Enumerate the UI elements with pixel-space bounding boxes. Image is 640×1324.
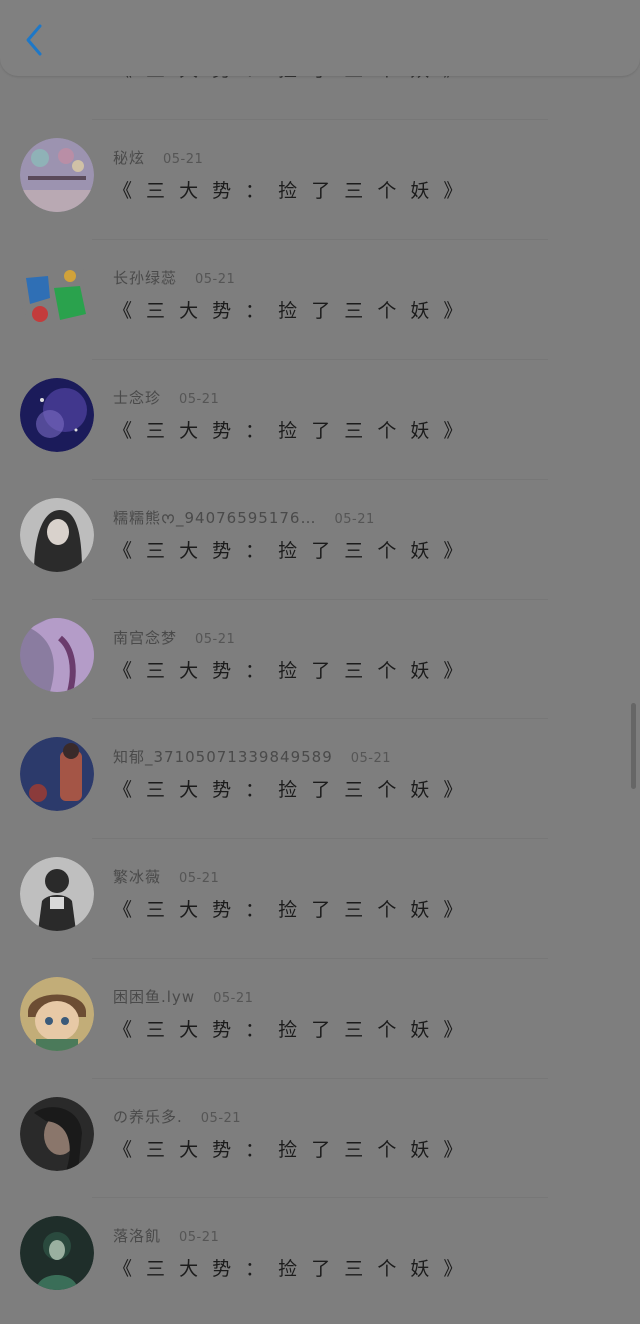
comment-title: 《 三 大 势 ： 捡 了 三 个 妖 》 [113, 1019, 467, 1041]
list-item[interactable]: 落洛飢 05-21 《 三 大 势 ： 捡 了 三 个 妖 》 [0, 1197, 640, 1319]
comment-date: 05-21 [334, 512, 375, 527]
comment-meta: 繁冰薇 05-21 [113, 866, 219, 886]
username[interactable]: 知郁_37105071339849589 [113, 746, 333, 767]
divider [92, 599, 548, 600]
list-item[interactable]: 糯糯熊ᰔ_94076595176… 05-21 《 三 大 势 ： 捡 了 三 … [0, 479, 640, 601]
avatar[interactable] [20, 737, 94, 811]
avatar[interactable] [20, 1097, 94, 1171]
list-item[interactable]: 困困鱼.lyw 05-21 《 三 大 势 ： 捡 了 三 个 妖 》 [0, 958, 640, 1080]
comment-meta: 长孙绿蕊 05-21 [113, 267, 235, 287]
comment-title: 《 三 大 势 ： 捡 了 三 个 妖 》 [113, 540, 467, 562]
comment-meta: 困困鱼.lyw 05-21 [113, 986, 253, 1006]
comment-meta: 糯糯熊ᰔ_94076595176… 05-21 [113, 507, 375, 527]
comment-date: 05-21 [213, 991, 254, 1006]
divider [92, 718, 548, 719]
username[interactable]: 士念珍 [113, 387, 161, 408]
divider [92, 359, 548, 360]
avatar[interactable] [20, 258, 94, 332]
back-button[interactable] [16, 22, 52, 58]
divider [92, 958, 548, 959]
avatar[interactable] [20, 378, 94, 452]
comment-date: 05-21 [179, 392, 220, 407]
list-item[interactable]: 繁冰薇 05-21 《 三 大 势 ： 捡 了 三 个 妖 》 [0, 838, 640, 960]
divider [92, 838, 548, 839]
avatar[interactable] [20, 1216, 94, 1290]
comment-meta: の养乐多. 05-21 [113, 1106, 241, 1126]
comment-meta: 落洛飢 05-21 [113, 1225, 219, 1245]
comment-title: 《 三 大 势 ： 捡 了 三 个 妖 》 [113, 300, 467, 322]
comment-meta: 秘炫 05-21 [113, 147, 203, 167]
comment-date: 05-21 [179, 1230, 220, 1245]
username[interactable]: 秘炫 [113, 147, 145, 168]
username[interactable]: 南宫念梦 [113, 627, 177, 648]
chevron-left-icon [26, 24, 42, 56]
divider [92, 1078, 548, 1079]
top-navigation-bar [0, 0, 640, 76]
list-item[interactable]: 秘炫 05-21 《 三 大 势 ： 捡 了 三 个 妖 》 [0, 119, 640, 241]
divider [92, 119, 548, 120]
divider [92, 479, 548, 480]
comment-date: 05-21 [350, 751, 392, 766]
comment-title: 《 三 大 势 ： 捡 了 三 个 妖 》 [113, 899, 467, 921]
comment-date: 05-21 [200, 1111, 242, 1126]
comment-title: 《 三 大 势 ： 捡 了 三 个 妖 》 [113, 660, 467, 682]
list-item[interactable]: 南宫念梦 05-21 《 三 大 势 ： 捡 了 三 个 妖 》 [0, 599, 640, 721]
username[interactable]: 长孙绿蕊 [113, 267, 177, 288]
username[interactable]: 繁冰薇 [113, 866, 161, 887]
divider [92, 1197, 548, 1198]
username[interactable]: 糯糯熊ᰔ_94076595176… [113, 507, 316, 530]
scrollbar[interactable] [631, 703, 636, 789]
username[interactable]: の养乐多. [113, 1106, 183, 1127]
avatar[interactable] [20, 138, 94, 212]
comment-title: 《 三 大 势 ： 捡 了 三 个 妖 》 [113, 420, 467, 442]
avatar[interactable] [20, 618, 94, 692]
username[interactable]: 落洛飢 [113, 1225, 161, 1246]
list-item[interactable]: 士念珍 05-21 《 三 大 势 ： 捡 了 三 个 妖 》 [0, 359, 640, 481]
comment-date: 05-21 [163, 152, 204, 167]
list-item[interactable]: 知郁_37105071339849589 05-21 《 三 大 势 ： 捡 了… [0, 718, 640, 840]
comment-title: 《 三 大 势 ： 捡 了 三 个 妖 》 [113, 180, 467, 202]
list-item[interactable]: の养乐多. 05-21 《 三 大 势 ： 捡 了 三 个 妖 》 [0, 1078, 640, 1200]
comment-date: 05-21 [179, 871, 220, 886]
comment-meta: 知郁_37105071339849589 05-21 [113, 746, 391, 766]
comment-meta: 南宫念梦 05-21 [113, 627, 235, 647]
comment-title: 《 三 大 势 ： 捡 了 三 个 妖 》 [113, 779, 467, 801]
comment-meta: 士念珍 05-21 [113, 387, 219, 407]
avatar[interactable] [20, 498, 94, 572]
avatar[interactable] [20, 977, 94, 1051]
comment-title: 《 三 大 势 ： 捡 了 三 个 妖 》 [113, 1139, 467, 1161]
comment-title: 《 三 大 势 ： 捡 了 三 个 妖 》 [113, 1258, 467, 1280]
comment-date: 05-21 [195, 632, 236, 647]
username[interactable]: 困困鱼.lyw [113, 986, 195, 1007]
divider [92, 239, 548, 240]
avatar[interactable] [20, 857, 94, 931]
comment-date: 05-21 [195, 272, 236, 287]
list-item[interactable]: 长孙绿蕊 05-21 《 三 大 势 ： 捡 了 三 个 妖 》 [0, 239, 640, 361]
